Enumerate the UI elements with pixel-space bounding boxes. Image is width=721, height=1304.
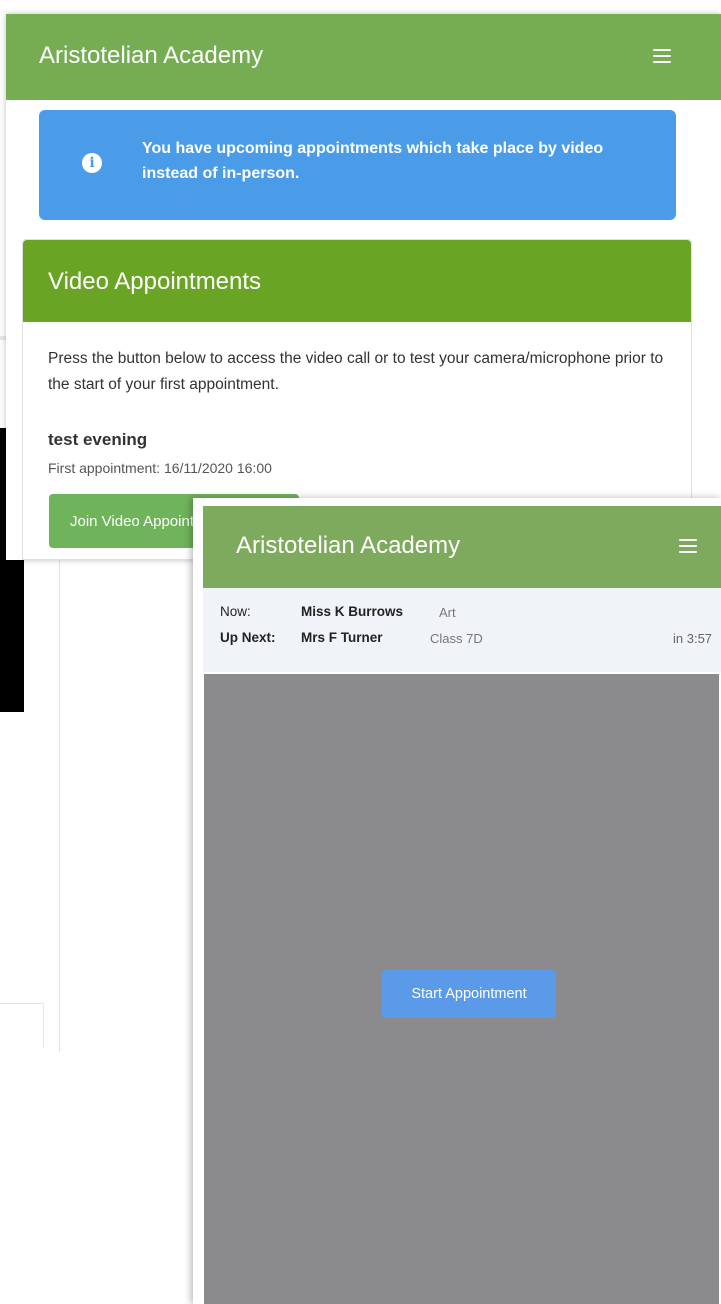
video-call-page: Aristotelian Academy Now: Miss K Burrows… xyxy=(193,498,721,1304)
now-teacher-name: Miss K Burrows xyxy=(301,604,404,619)
video-appointments-page: Aristotelian Academy i You have upcoming… xyxy=(6,14,721,560)
card-description: Press the button below to access the vid… xyxy=(48,350,664,393)
first-appointment-time: First appointment: 16/11/2020 16:00 xyxy=(48,460,272,476)
background-footer-fragment xyxy=(0,1004,44,1048)
start-appointment-button[interactable]: Start Appointment xyxy=(382,970,556,1018)
up-next-teacher-name: Mrs F Turner xyxy=(301,630,383,645)
up-next-subject: Class 7D xyxy=(430,631,483,646)
now-subject: Art xyxy=(439,605,456,620)
up-next-label: Up Next: xyxy=(220,630,276,645)
now-label: Now: xyxy=(220,604,251,619)
screenshot-collage: Aristotelian Academy i You have upcoming… xyxy=(0,0,721,1304)
alert-message: You have upcoming appointments which tak… xyxy=(142,140,604,182)
video-call-area: Start Appointment xyxy=(204,674,719,1304)
video-info-alert: i You have upcoming appointments which t… xyxy=(39,110,676,220)
event-name: test evening xyxy=(48,430,148,449)
hamburger-menu-icon[interactable] xyxy=(653,49,671,63)
appointment-schedule-bar: Now: Miss K Burrows Art Up Next: Mrs F T… xyxy=(203,588,721,672)
app-header: Aristotelian Academy xyxy=(203,506,721,588)
info-circle-icon: i xyxy=(82,153,102,173)
app-title: Aristotelian Academy xyxy=(236,532,461,559)
card-header: Video Appointments xyxy=(23,240,691,322)
app-header: Aristotelian Academy xyxy=(6,14,721,100)
up-next-countdown: in 3:57 xyxy=(673,631,713,646)
app-title: Aristotelian Academy xyxy=(39,42,264,69)
hamburger-menu-icon[interactable] xyxy=(679,539,697,553)
card-title: Video Appointments xyxy=(48,268,262,295)
